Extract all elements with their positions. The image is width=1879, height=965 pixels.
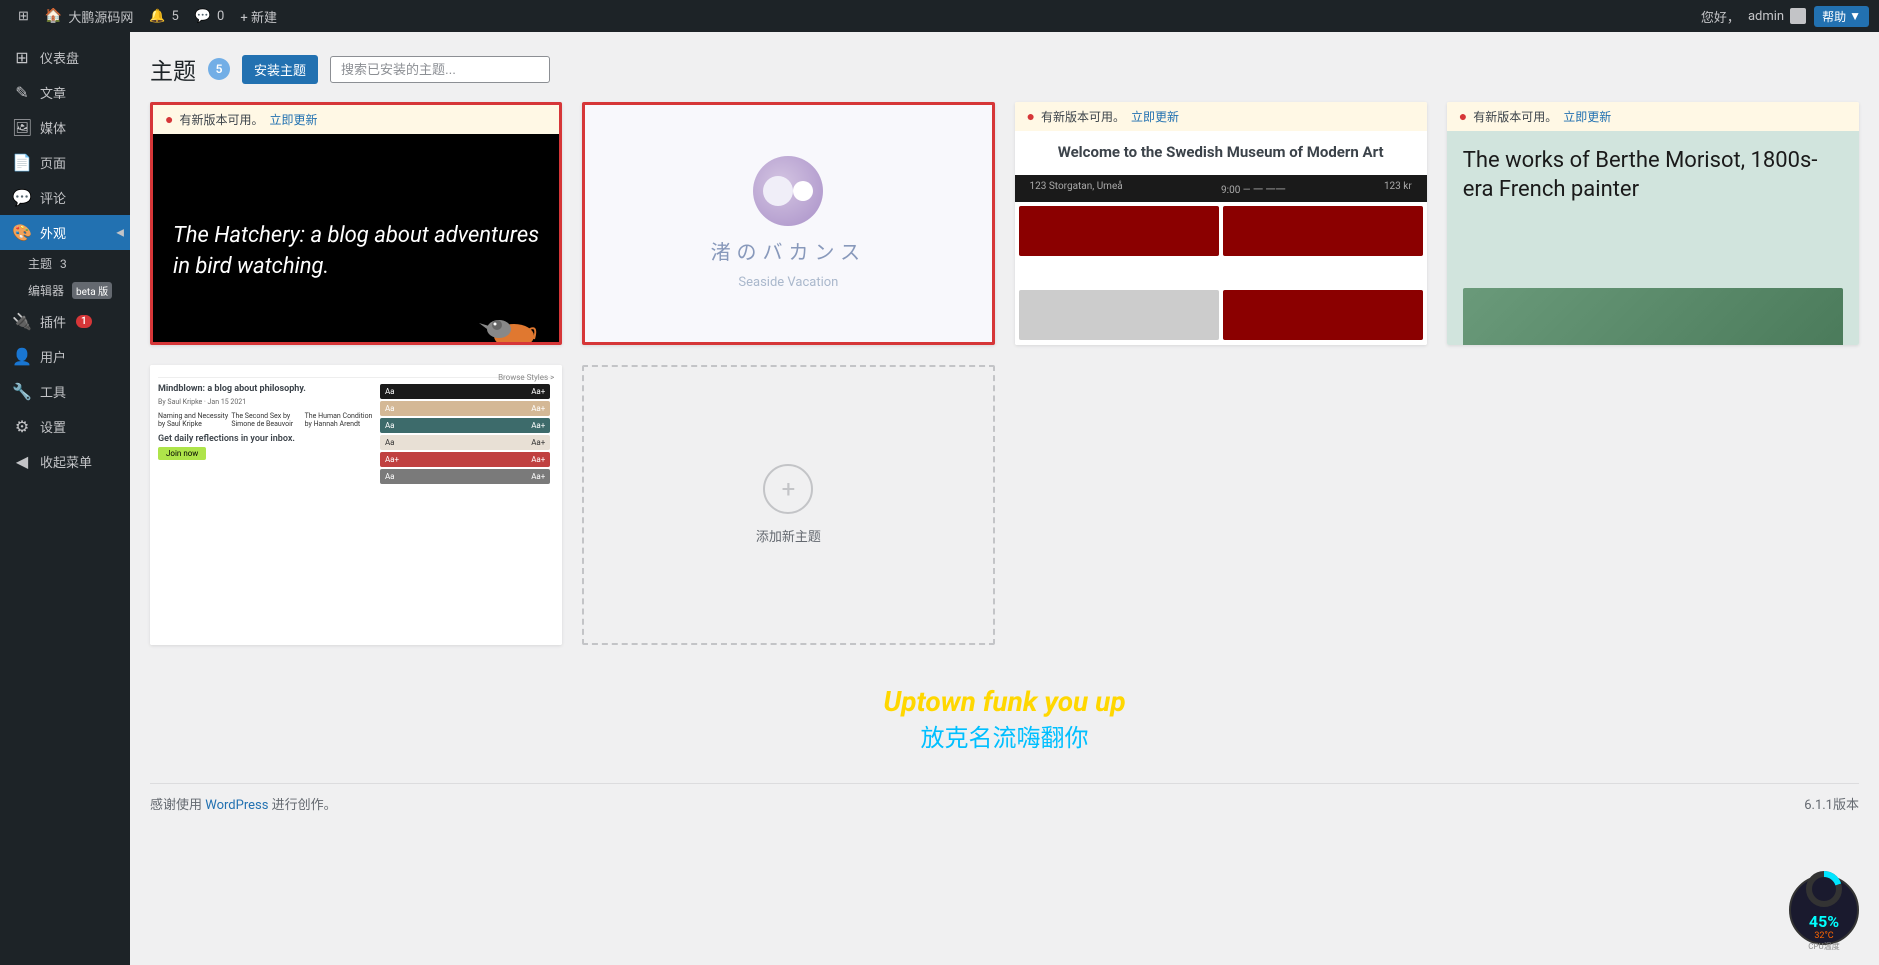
admin-bar: ⊞ 🏠 大鹏源码网 🔔 5 💬 0 + 新建 您好， admin 帮助 ▼ bbox=[0, 0, 1879, 32]
pages-icon: 📄 bbox=[12, 153, 32, 172]
themes-badge: 3 bbox=[60, 257, 67, 271]
sidebar-item-dashboard[interactable]: ⊞ 仪表盘 bbox=[0, 40, 130, 75]
sidebar-item-themes[interactable]: 主题 3 bbox=[0, 250, 130, 277]
tt3-header-text: Browse Styles > bbox=[158, 373, 554, 378]
admin-user[interactable]: admin bbox=[1744, 0, 1810, 32]
sidebar-item-media[interactable]: 🖼 媒体 bbox=[0, 110, 130, 145]
appearance-icon: 🎨 bbox=[12, 223, 32, 242]
plugins-icon: 🔌 bbox=[12, 312, 32, 331]
tt1-title: The works of Berthe Morisot, 1800s-era F… bbox=[1463, 147, 1843, 204]
help-button[interactable]: 帮助 ▼ bbox=[1814, 6, 1869, 27]
wp-footer: 感谢使用 WordPress 进行创作。 6.1.1版本 bbox=[150, 783, 1859, 823]
update-icon: ● bbox=[165, 111, 173, 128]
admin-avatar bbox=[1790, 8, 1806, 24]
tt-nav: 123 Storgatan, Umeå 9:00 — 一 一一 123 kr bbox=[1015, 175, 1427, 202]
chevron-right-icon: ◀ bbox=[116, 227, 124, 238]
music-line1: Uptown funk you up bbox=[150, 685, 1859, 718]
users-icon: 👤 bbox=[12, 347, 32, 366]
site-icon: 🏠 bbox=[45, 8, 62, 24]
notifications[interactable]: 🔔 5 bbox=[141, 0, 187, 32]
cpu-widget: 45% 32°C CPU温度 bbox=[1789, 875, 1859, 945]
media-icon: 🖼 bbox=[12, 118, 32, 137]
sidebar-item-posts[interactable]: ✎ 文章 bbox=[0, 75, 130, 110]
add-theme-card[interactable]: + 添加新主题 bbox=[582, 365, 994, 645]
themes-grid: ● 有新版本可用。 立即更新 The Hatchery: a blog abou… bbox=[150, 102, 1859, 645]
bell-icon: 🔔 bbox=[149, 9, 165, 24]
theme-card-sakurairo[interactable]: 渚のバカンス Seaside Vacation Sakurairo bbox=[582, 102, 994, 345]
settings-icon: ⚙ bbox=[12, 417, 32, 436]
update-link-twentytwentyone[interactable]: 立即更新 bbox=[1563, 108, 1611, 125]
update-icon-3: ● bbox=[1459, 108, 1467, 125]
page-header: 主题 5 安装主题 bbox=[150, 52, 1859, 86]
wp-wrap: ⊞ 仪表盘 ✎ 文章 🖼 媒体 📄 页面 💬 评论 🎨 外观 ◀ 主题 3 bbox=[0, 0, 1879, 965]
tt3-swatches: Aa Aa+ Aa Aa+ Aa Aa+ Aa Aa+ Aa+ Aa+ Aa A… bbox=[380, 384, 550, 484]
tt1-image bbox=[1463, 288, 1843, 345]
sakura-subtitle: Seaside Vacation bbox=[738, 275, 838, 290]
add-theme-plus-icon: + bbox=[763, 464, 813, 514]
tt-content bbox=[1015, 202, 1427, 345]
footer-version: 6.1.1版本 bbox=[1804, 794, 1859, 813]
sidebar-item-pages[interactable]: 📄 页面 bbox=[0, 145, 130, 180]
tools-icon: 🔧 bbox=[12, 382, 32, 401]
collapse-icon: ◀ bbox=[12, 452, 32, 471]
sidebar-item-appearance[interactable]: 🎨 外观 ◀ bbox=[0, 215, 130, 250]
main-content: 主题 5 安装主题 ● 有新版本可用。 立即更新 The Hatchery: a… bbox=[130, 32, 1879, 965]
theme-footer-sakurairo: Sakurairo bbox=[585, 342, 991, 345]
sidebar-item-collapse[interactable]: ◀ 收起菜单 bbox=[0, 444, 130, 479]
plugins-badge: 1 bbox=[76, 315, 92, 328]
update-notice-twentytwenty: ● 有新版本可用。 立即更新 bbox=[1015, 102, 1427, 131]
wp-logo-icon: ⊞ bbox=[18, 9, 29, 24]
admin-menu: ⊞ 仪表盘 ✎ 文章 🖼 媒体 📄 页面 💬 评论 🎨 外观 ◀ 主题 3 bbox=[0, 32, 130, 965]
theme-screenshot-sakurairo: 渚のバカンス Seaside Vacation bbox=[585, 105, 991, 342]
posts-icon: ✎ bbox=[12, 83, 32, 102]
sidebar-item-tools[interactable]: 🔧 工具 bbox=[0, 374, 130, 409]
theme-screenshot-twentytwentythree: Browse Styles > Mindblown: a blog about … bbox=[150, 365, 562, 645]
sidebar-item-settings[interactable]: ⚙ 设置 bbox=[0, 409, 130, 444]
theme-card-twentytwentytwo[interactable]: ● 有新版本可用。 立即更新 The Hatchery: a blog abou… bbox=[150, 102, 562, 345]
dashboard-icon: ⊞ bbox=[12, 48, 32, 67]
footer-left: 感谢使用 WordPress 进行创作。 bbox=[150, 794, 337, 813]
theme-card-twentytwentythree[interactable]: Browse Styles > Mindblown: a blog about … bbox=[150, 365, 562, 645]
update-notice-twentytwentytwo: ● 有新版本可用。 立即更新 bbox=[153, 105, 559, 134]
wp-logo[interactable]: ⊞ bbox=[10, 0, 37, 32]
admin-bar-right: 您好， admin 帮助 ▼ bbox=[1701, 0, 1869, 32]
beta-badge: beta 版 bbox=[72, 282, 112, 299]
sidebar-item-comments[interactable]: 💬 评论 bbox=[0, 180, 130, 215]
bird-illustration bbox=[469, 301, 549, 345]
wordpress-link[interactable]: WordPress bbox=[205, 798, 268, 813]
comment-icon: 💬 bbox=[195, 9, 211, 24]
update-link-twentytwentytwo[interactable]: 立即更新 bbox=[269, 111, 317, 128]
theme-screenshot-twentytwenty: Welcome to the Swedish Museum of Modern … bbox=[1015, 131, 1427, 345]
tt3-posts: Mindblown: a blog about philosophy. By S… bbox=[158, 384, 376, 484]
update-icon-2: ● bbox=[1027, 108, 1035, 125]
theme-card-twentytwenty[interactable]: ● 有新版本可用。 立即更新 Welcome to the Swedish Mu… bbox=[1015, 102, 1427, 345]
update-notice-twentytwentyone: ● 有新版本可用。 立即更新 bbox=[1447, 102, 1859, 131]
install-theme-button[interactable]: 安装主题 bbox=[242, 55, 318, 84]
new-content[interactable]: + 新建 bbox=[232, 0, 285, 32]
search-themes-input[interactable] bbox=[330, 56, 550, 83]
comments-count[interactable]: 💬 0 bbox=[187, 0, 233, 32]
theme-preview-text: The Hatchery: a blog about adventures in… bbox=[173, 221, 539, 283]
sakura-title: 渚のバカンス bbox=[711, 236, 867, 265]
theme-screenshot-twentytwentyone: The works of Berthe Morisot, 1800s-era F… bbox=[1447, 131, 1859, 345]
music-line2: 放克名流嗨翻你 bbox=[150, 718, 1859, 753]
cpu-label: CPU温度 bbox=[1808, 941, 1839, 952]
cpu-percent: 45% bbox=[1809, 912, 1839, 931]
page-title: 主题 bbox=[150, 52, 196, 86]
sidebar-item-plugins[interactable]: 🔌 插件 1 bbox=[0, 304, 130, 339]
cpu-donut-chart bbox=[1804, 869, 1844, 912]
cpu-temp: 32°C bbox=[1814, 931, 1833, 941]
add-theme-label: 添加新主题 bbox=[756, 526, 821, 545]
update-link-twentytwenty[interactable]: 立即更新 bbox=[1131, 108, 1179, 125]
theme-card-twentytwentyone[interactable]: ● 有新版本可用。 立即更新 The works of Berthe Moris… bbox=[1447, 102, 1859, 345]
music-banner: Uptown funk you up 放克名流嗨翻你 bbox=[150, 665, 1859, 763]
sidebar-item-users[interactable]: 👤 用户 bbox=[0, 339, 130, 374]
tt-header: Welcome to the Swedish Museum of Modern … bbox=[1015, 131, 1427, 175]
sakura-logo bbox=[753, 156, 823, 226]
sidebar-item-editor[interactable]: 编辑器 beta 版 bbox=[0, 277, 130, 304]
comments-icon: 💬 bbox=[12, 188, 32, 207]
theme-screenshot-twentytwentytwo: The Hatchery: a blog about adventures in… bbox=[153, 134, 559, 345]
themes-count-badge: 5 bbox=[208, 58, 230, 80]
site-name[interactable]: 🏠 大鹏源码网 bbox=[37, 0, 141, 32]
